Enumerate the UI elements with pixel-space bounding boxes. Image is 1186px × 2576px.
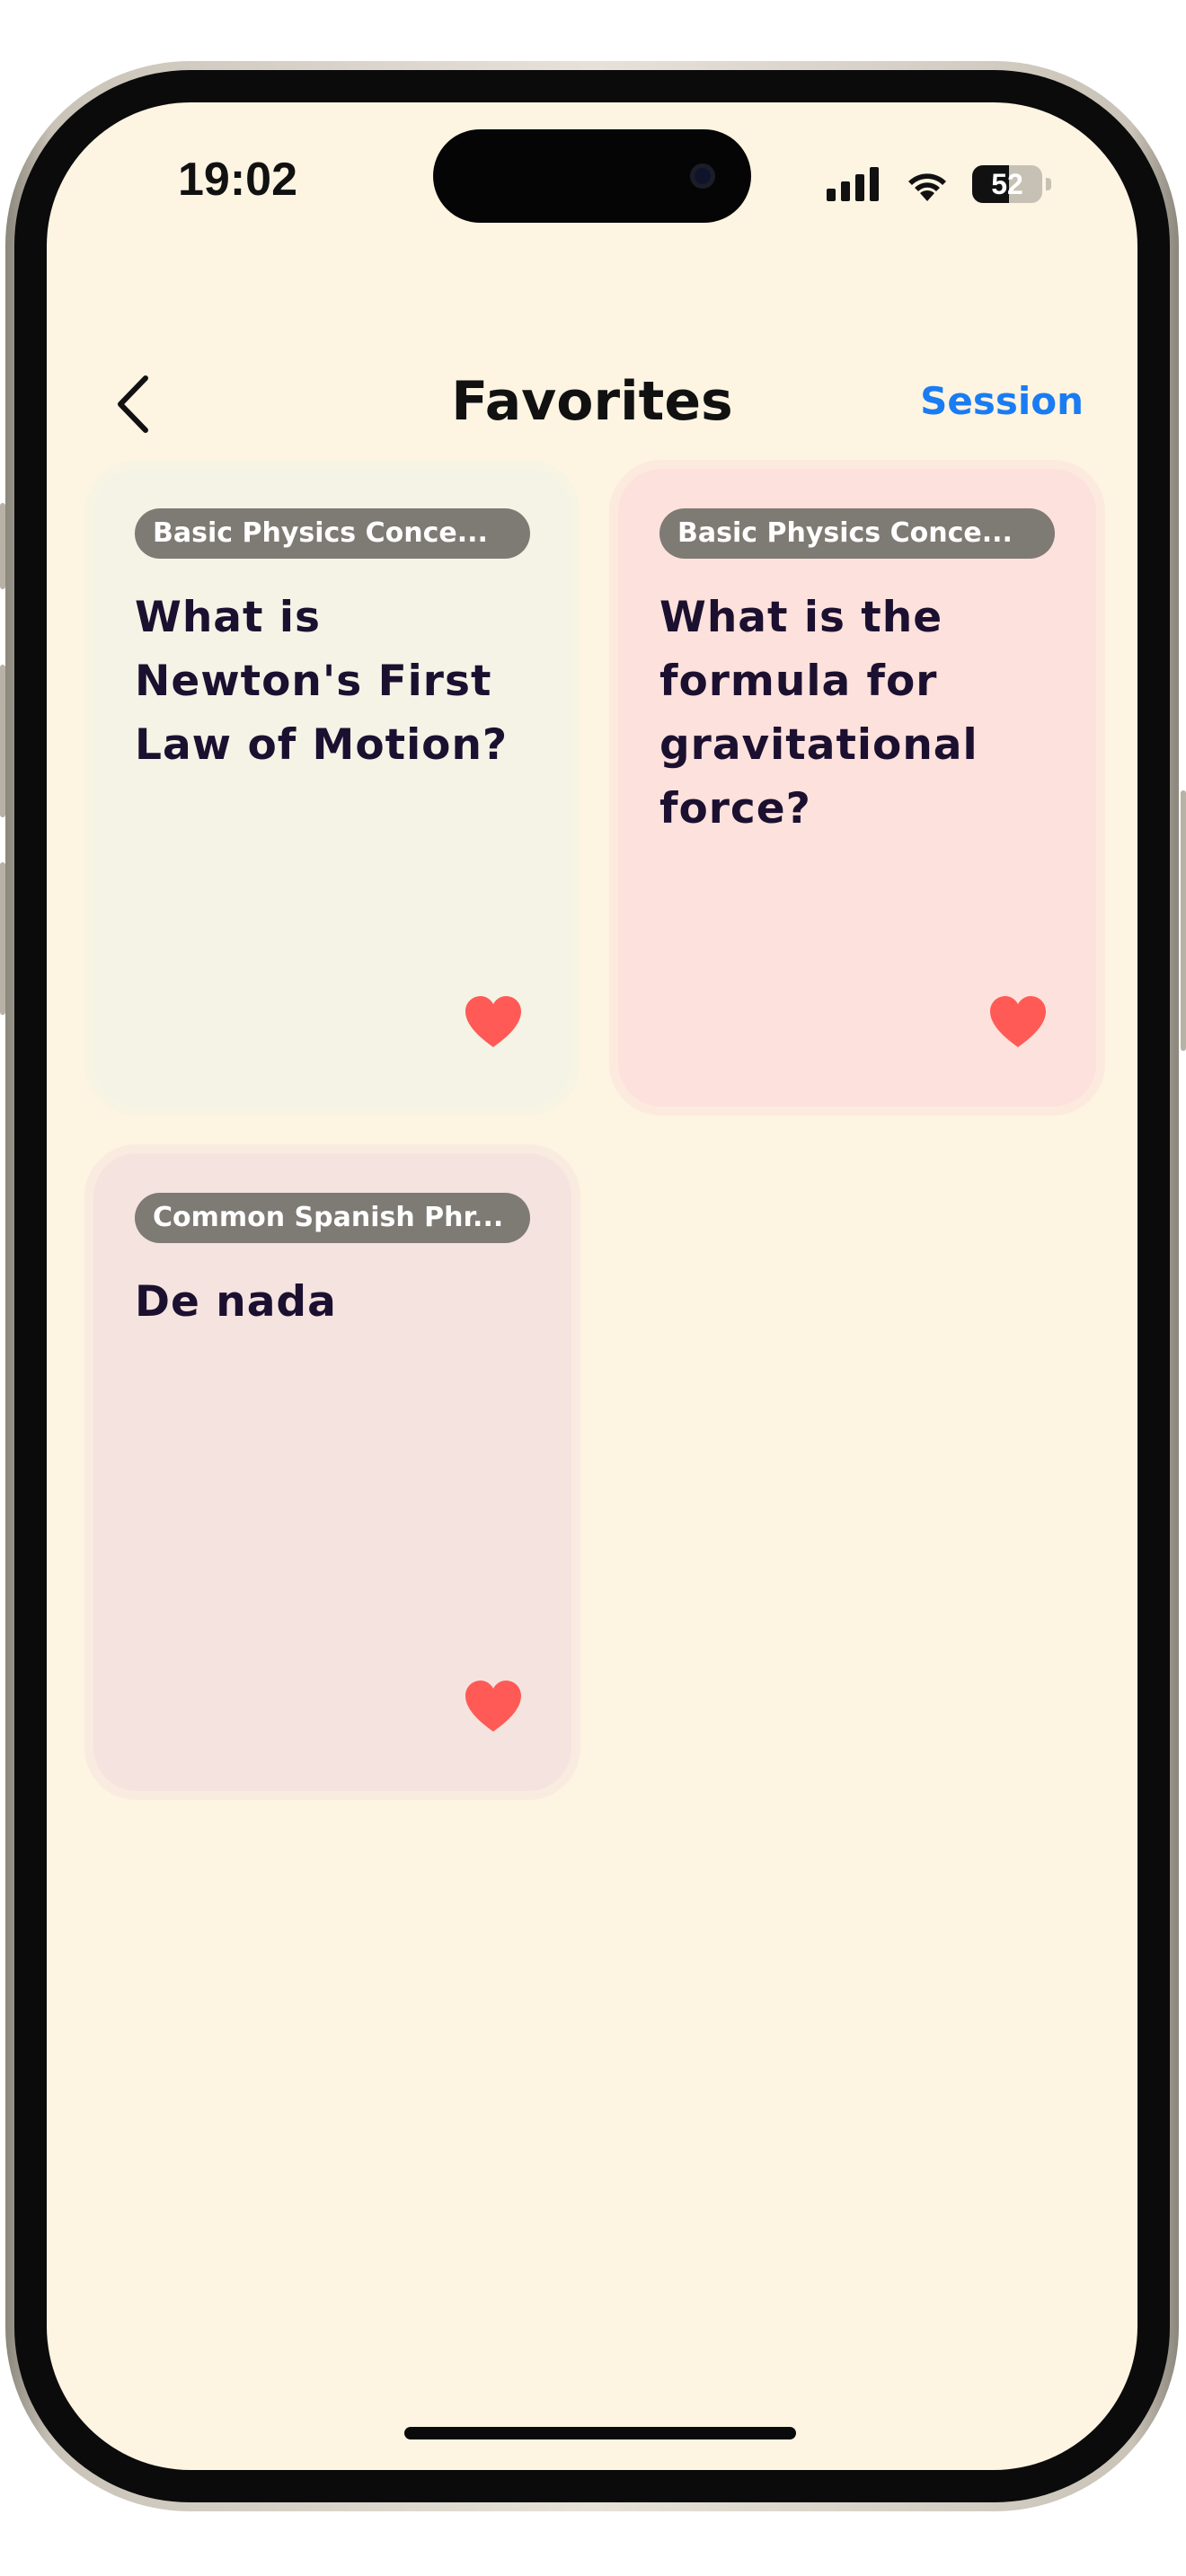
heart-icon[interactable]: [464, 995, 523, 1049]
card-category-tag: Basic Physics Conce...: [659, 508, 1055, 559]
power-button: [1181, 790, 1186, 1051]
flashcard[interactable]: Basic Physics Conce... What is Newton's …: [93, 469, 571, 1107]
screen: 19:02 52 Favorites Session Basic Physics…: [47, 102, 1137, 2470]
card-category-tag: Basic Physics Conce...: [135, 508, 530, 559]
volume-up-button: [0, 665, 5, 817]
action-button: [0, 503, 5, 589]
card-question: What is Newton's First Law of Motion?: [135, 593, 509, 770]
flashcard[interactable]: Common Spanish Phr... De nada: [93, 1153, 571, 1791]
cellular-signal-icon: [825, 165, 888, 205]
battery-cap: [1046, 178, 1051, 190]
battery-icon: 52: [972, 165, 1042, 203]
camera-icon: [690, 163, 715, 189]
battery-level: 52: [991, 168, 1023, 200]
flashcard[interactable]: Basic Physics Conce... What is the formu…: [618, 469, 1096, 1107]
wifi-icon: [908, 173, 946, 201]
status-icons: 52: [825, 165, 1058, 205]
dynamic-island: [433, 129, 751, 223]
session-button[interactable]: Session: [920, 379, 1084, 423]
heart-icon[interactable]: [988, 995, 1048, 1049]
home-indicator[interactable]: [404, 2427, 796, 2439]
card-question: What is the formula for gravitational fo…: [659, 593, 978, 834]
volume-down-button: [0, 862, 5, 1015]
card-question: De nada: [135, 1277, 337, 1327]
status-time: 19:02: [178, 154, 297, 206]
heart-icon[interactable]: [464, 1680, 523, 1734]
card-category-tag: Common Spanish Phr...: [135, 1193, 530, 1243]
